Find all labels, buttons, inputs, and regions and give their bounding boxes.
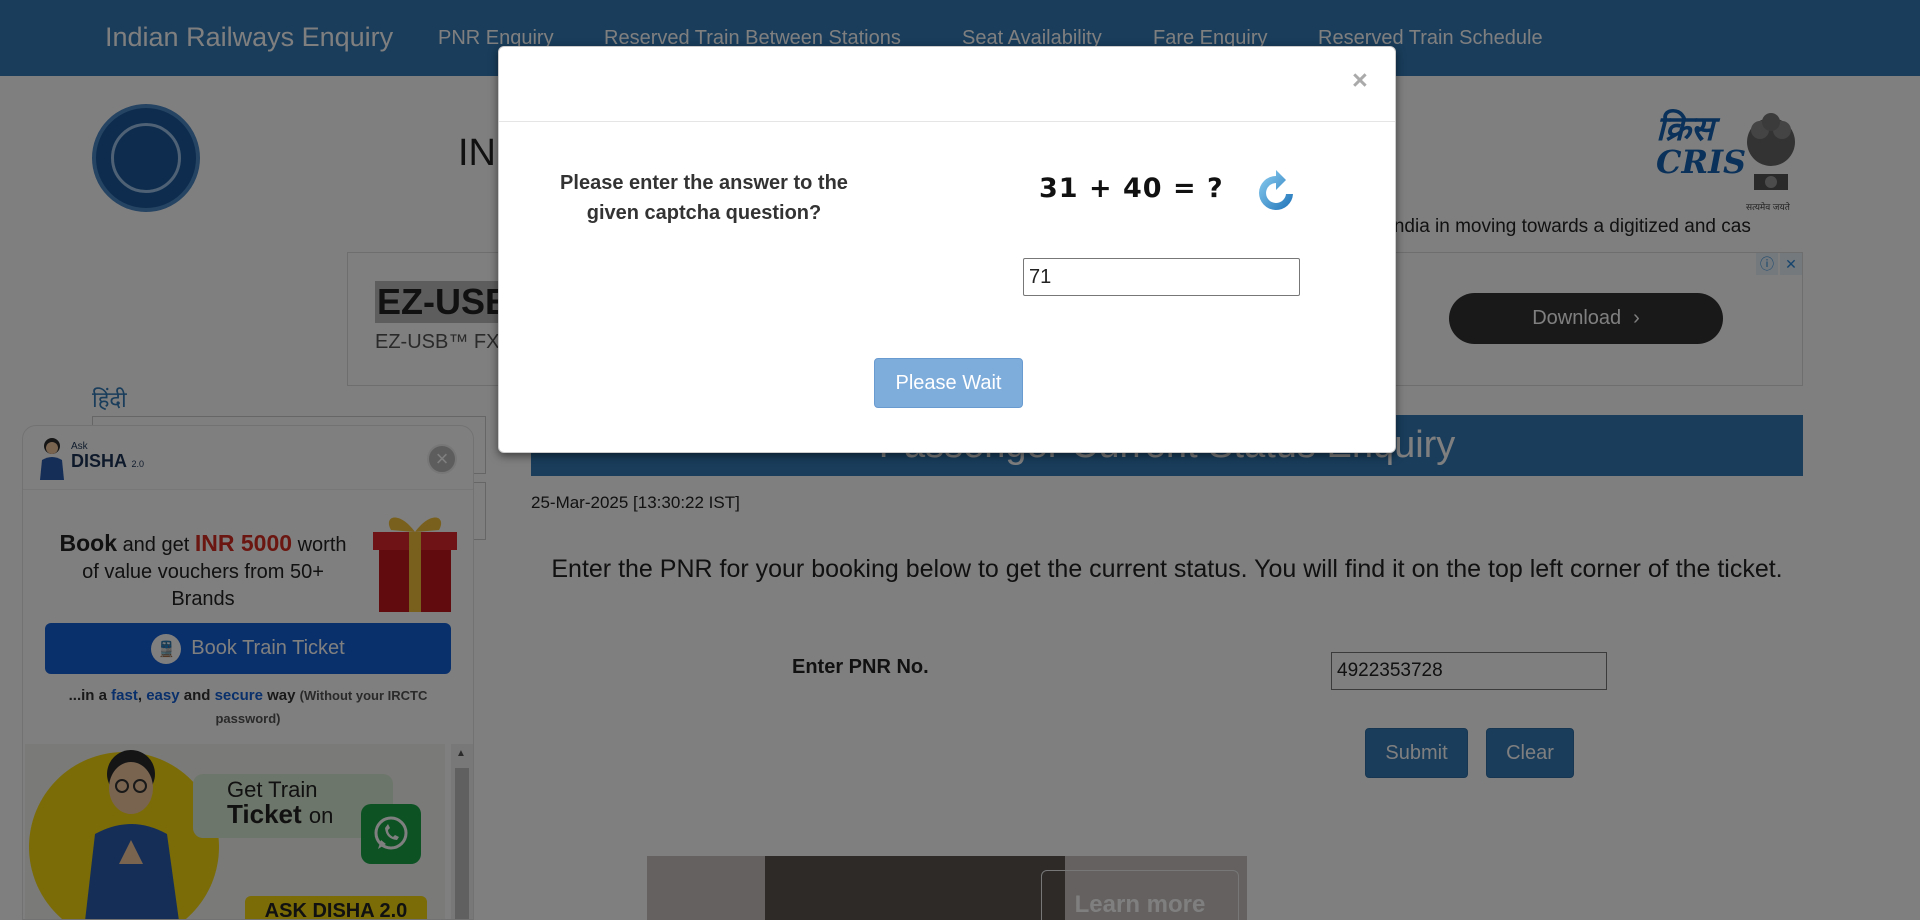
please-wait-button[interactable]: Please Wait [874, 358, 1023, 408]
modal-close-button[interactable]: × [1352, 65, 1368, 96]
captcha-answer-input[interactable] [1023, 258, 1300, 296]
captcha-question: Please enter the answer to the given cap… [560, 172, 848, 224]
refresh-captcha-icon[interactable] [1253, 167, 1299, 213]
modal-header: × [499, 47, 1395, 122]
captcha-expression: 31 + 40 = ? [1039, 173, 1224, 204]
captcha-modal: × Please enter the answer to the given c… [498, 46, 1396, 453]
